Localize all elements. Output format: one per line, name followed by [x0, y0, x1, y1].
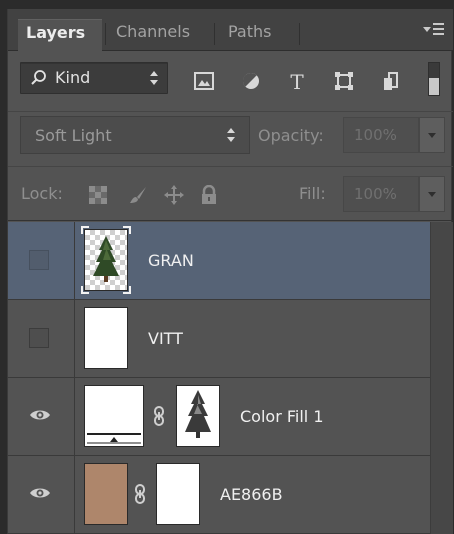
panel-tab-bar: Layers Channels Paths — [8, 9, 453, 52]
visibility-toggle[interactable] — [8, 300, 75, 377]
image-filter-icon[interactable] — [193, 70, 215, 92]
tab-divider — [105, 23, 106, 45]
lock-row: Lock: Fill: 100% — [8, 168, 453, 221]
opacity-value: 100% — [354, 126, 397, 144]
lock-image-pixels-brush-icon[interactable] — [128, 185, 148, 205]
layer-thumbnail-tree — [81, 226, 131, 294]
shape-filter-icon[interactable] — [333, 70, 355, 92]
chevron-updown-icon — [149, 71, 159, 87]
opacity-dropdown-button[interactable] — [419, 117, 445, 153]
visibility-toggle[interactable] — [8, 456, 75, 533]
fill-label: Fill: — [299, 184, 326, 203]
opacity-label: Opacity: — [258, 126, 324, 145]
visibility-off-box — [29, 328, 49, 348]
smart-object-filter-icon[interactable] — [380, 70, 402, 92]
panel-menu-icon[interactable] — [423, 21, 445, 39]
fill-value: 100% — [354, 185, 397, 203]
lock-label: Lock: — [21, 184, 63, 203]
tree-image — [93, 236, 119, 282]
tab-layers[interactable]: Layers — [18, 19, 102, 52]
tab-paths[interactable]: Paths — [220, 19, 279, 51]
layers-list: GRAN VITT Color Fill 1 AE866B — [8, 222, 430, 534]
tab-divider — [299, 23, 300, 45]
visibility-off-box — [29, 250, 49, 270]
adjustment-filter-icon[interactable] — [240, 70, 262, 92]
fill-layer-thumbnail — [84, 385, 144, 447]
search-icon — [31, 70, 46, 85]
chevron-updown-icon — [226, 128, 236, 144]
layer-mask-thumbnail-white — [156, 463, 200, 525]
layer-name[interactable]: AE866B — [220, 485, 283, 504]
type-filter-icon[interactable]: T — [286, 70, 308, 92]
fill-adjustment-icon — [87, 433, 141, 444]
layer-name[interactable]: Color Fill 1 — [240, 407, 324, 426]
layer-mask-thumbnail-tree — [176, 385, 220, 447]
layers-scrollbar[interactable] — [430, 222, 453, 534]
tree-mask-image — [185, 390, 211, 438]
chevron-down-icon — [428, 192, 436, 197]
layers-panel: Layers Channels Paths Kind T Soft Light … — [7, 9, 453, 534]
lock-position-move-icon[interactable] — [164, 185, 184, 205]
fill-dropdown-button[interactable] — [419, 176, 445, 212]
layer-row-gran[interactable]: GRAN — [8, 222, 430, 300]
layer-thumbnail-white — [84, 307, 128, 369]
opacity-field[interactable]: 100% — [343, 117, 419, 153]
lock-transparent-pixels-icon[interactable] — [88, 185, 108, 205]
chevron-down-icon — [428, 133, 436, 138]
tab-channels[interactable]: Channels — [108, 19, 198, 51]
filter-kind-label: Kind — [55, 68, 91, 87]
blend-mode-value: Soft Light — [35, 126, 112, 145]
layer-name[interactable]: VITT — [148, 329, 183, 348]
filter-kind-select[interactable]: Kind — [20, 62, 168, 94]
layer-name[interactable]: GRAN — [148, 251, 194, 270]
visibility-toggle[interactable] — [8, 222, 75, 299]
color-swatch-thumbnail — [84, 463, 128, 525]
svg-text:T: T — [290, 70, 304, 92]
layer-row-ae866b[interactable]: AE866B — [8, 456, 430, 534]
layer-filter-row: Kind T — [8, 52, 453, 112]
tab-divider — [214, 23, 215, 45]
layer-row-vitt[interactable]: VITT — [8, 300, 430, 378]
eye-icon — [30, 488, 50, 498]
layer-row-color-fill-1[interactable]: Color Fill 1 — [8, 378, 430, 456]
blend-mode-select[interactable]: Soft Light — [20, 116, 250, 154]
lock-all-padlock-icon[interactable] — [199, 185, 219, 205]
visibility-toggle[interactable] — [8, 378, 75, 455]
blend-mode-row: Soft Light Opacity: 100% — [8, 113, 453, 167]
filter-toggle-switch[interactable] — [428, 62, 440, 96]
link-chain-icon[interactable] — [153, 406, 165, 426]
eye-icon — [30, 410, 50, 420]
fill-field[interactable]: 100% — [343, 176, 419, 212]
link-chain-icon[interactable] — [134, 484, 146, 504]
